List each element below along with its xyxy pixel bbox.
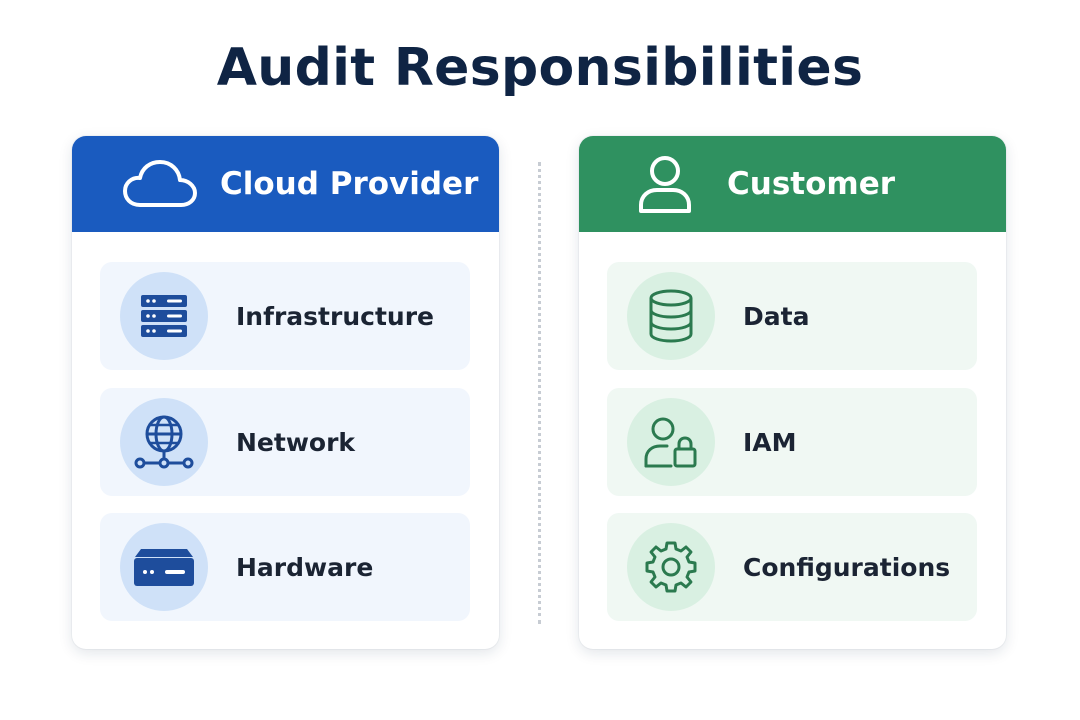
page-title: Audit Responsibilities bbox=[216, 38, 864, 98]
user-lock-icon bbox=[627, 398, 715, 486]
customer-title: Customer bbox=[727, 166, 896, 202]
item-label-hardware: Hardware bbox=[236, 552, 374, 582]
list-item-infrastructure: Infrastructure bbox=[100, 262, 470, 370]
hardware-device-icon bbox=[120, 523, 208, 611]
customer-panel: Customer Data IAM Configurations bbox=[579, 136, 1006, 649]
list-item-data: Data bbox=[607, 262, 977, 370]
cloud-provider-title: Cloud Provider bbox=[220, 166, 479, 202]
list-item-hardware: Hardware bbox=[100, 513, 470, 621]
cloud-provider-panel: Cloud Provider Infrastructure Network Ha… bbox=[72, 136, 499, 649]
item-label-infrastructure: Infrastructure bbox=[236, 301, 434, 331]
user-icon bbox=[637, 154, 693, 214]
item-label-data: Data bbox=[743, 301, 810, 331]
database-icon bbox=[627, 272, 715, 360]
network-globe-icon bbox=[120, 398, 208, 486]
cloud-icon bbox=[122, 159, 198, 209]
cloud-provider-header: Cloud Provider bbox=[72, 136, 499, 232]
item-label-configurations: Configurations bbox=[743, 552, 951, 582]
item-label-iam: IAM bbox=[743, 427, 797, 457]
gear-icon bbox=[627, 523, 715, 611]
item-label-network: Network bbox=[236, 427, 356, 457]
customer-header: Customer bbox=[579, 136, 1006, 232]
list-item-network: Network bbox=[100, 388, 470, 496]
list-item-configurations: Configurations bbox=[607, 513, 977, 621]
panel-divider bbox=[538, 162, 541, 624]
list-item-iam: IAM bbox=[607, 388, 977, 496]
server-rack-icon bbox=[120, 272, 208, 360]
